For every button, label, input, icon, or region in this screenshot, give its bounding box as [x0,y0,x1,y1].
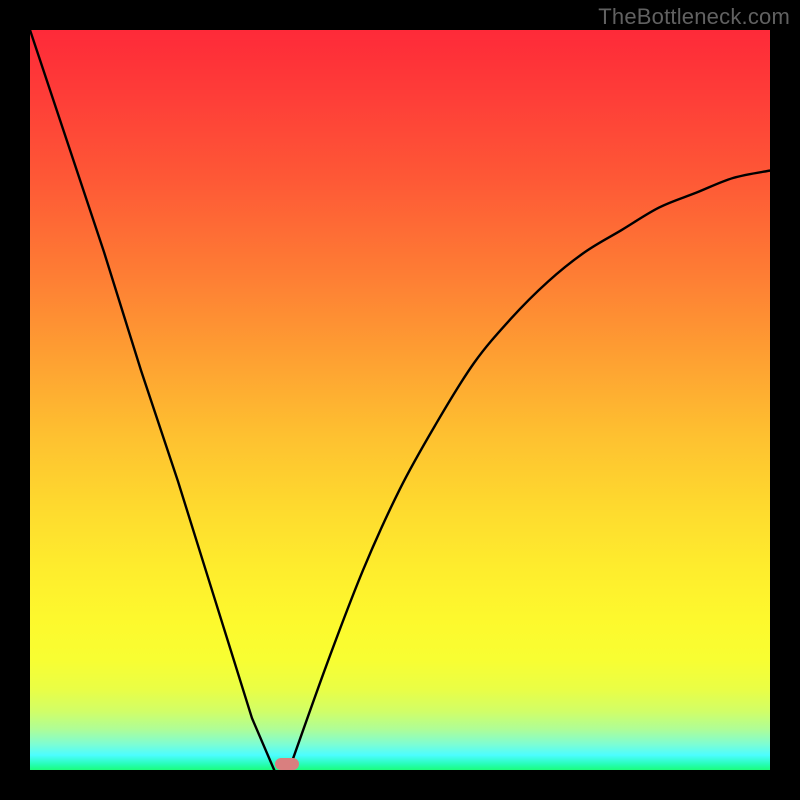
min-marker [275,758,299,770]
watermark-text: TheBottleneck.com [598,4,790,30]
chart-plot-area [30,30,770,770]
